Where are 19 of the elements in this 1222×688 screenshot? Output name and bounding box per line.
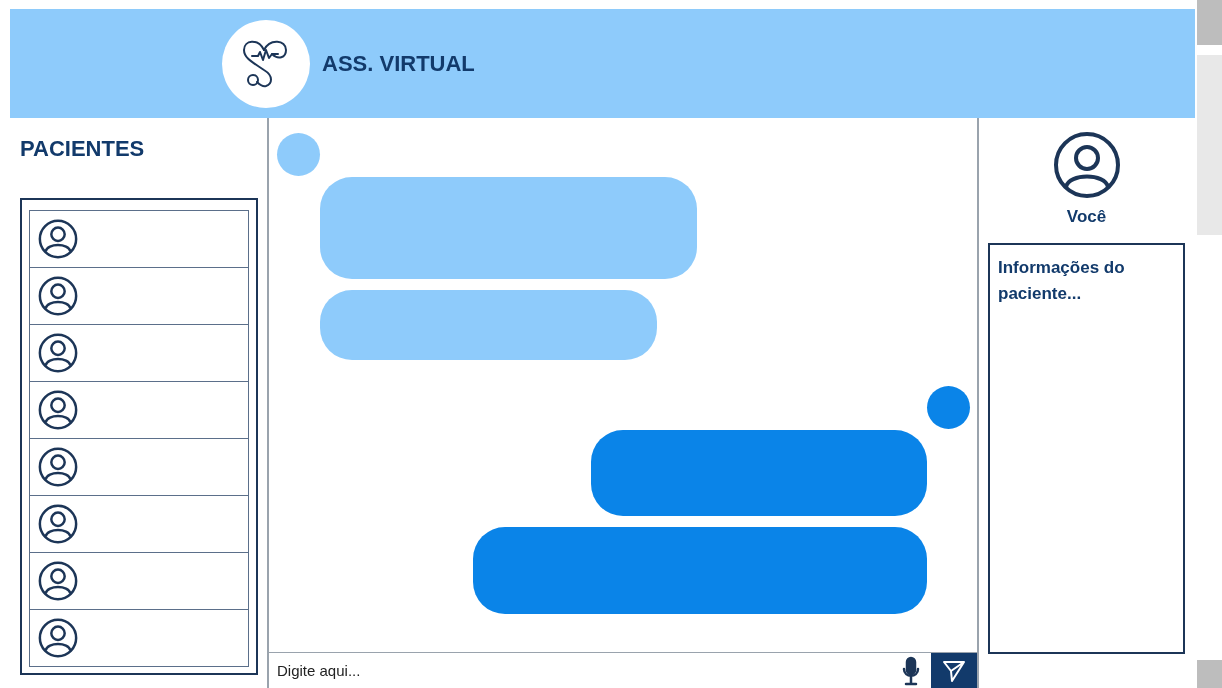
patient-avatar-icon — [37, 560, 79, 602]
user-name: Você — [1066, 207, 1107, 227]
patient-avatar-icon — [37, 617, 79, 659]
send-button[interactable] — [931, 653, 977, 688]
panel-title: PACIENTES — [20, 136, 146, 162]
message-input-field[interactable]: Digite aqui... — [269, 654, 901, 687]
info-text: Informações do paciente... — [998, 257, 1126, 305]
app-title: ASS. VIRTUAL — [322, 50, 475, 77]
patient-avatar-icon — [37, 218, 79, 260]
patient-avatar-icon — [37, 446, 79, 488]
patient-avatar-icon — [37, 332, 79, 374]
send-icon — [942, 658, 966, 683]
user-avatar-icon — [1052, 131, 1121, 199]
patient-avatar-icon — [37, 503, 79, 545]
patient-avatar-icon — [37, 275, 79, 317]
logo-icon — [222, 19, 310, 108]
scroll-thumb[interactable] — [1197, 0, 1222, 45]
patient-avatar-icon — [37, 389, 79, 431]
microphone-icon[interactable] — [901, 655, 921, 686]
